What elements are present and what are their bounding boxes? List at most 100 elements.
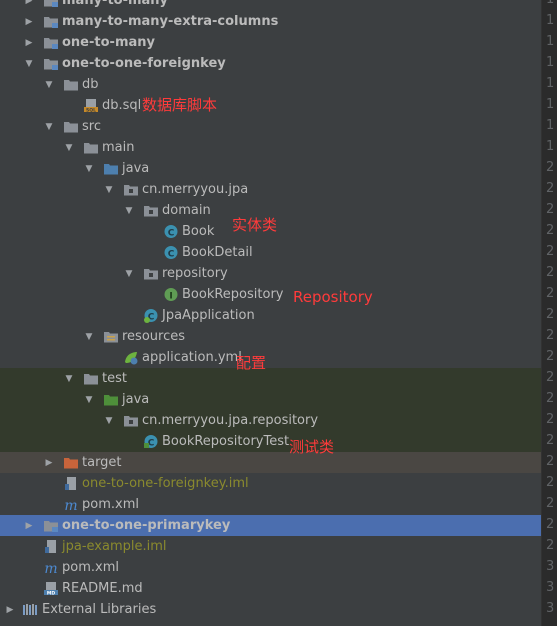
svg-text:m: m (44, 561, 57, 575)
svg-text:SQL: SQL (86, 107, 96, 113)
folder-icon (83, 140, 99, 155)
line-number: 2 (546, 433, 555, 448)
collapse-arrow-icon[interactable]: ▼ (64, 374, 74, 384)
tree-row[interactable]: ▼ db (0, 74, 541, 95)
expand-arrow-icon[interactable]: ▶ (24, 0, 34, 6)
folder-icon (63, 77, 79, 92)
collapse-arrow-icon[interactable]: ▼ (24, 59, 34, 69)
tree-row[interactable]: ▼ java (0, 389, 541, 410)
tree-item-label: main (102, 140, 135, 155)
line-number: 2 (546, 181, 555, 196)
line-number: 2 (546, 391, 555, 406)
collapse-arrow-icon[interactable]: ▼ (84, 332, 94, 342)
collapse-arrow-icon[interactable]: ▼ (104, 416, 114, 426)
tree-item-label: Book (182, 224, 215, 239)
collapse-arrow-icon[interactable]: ▼ (44, 80, 54, 90)
tree-row[interactable]: ▼ cn.merryyou.jpa (0, 179, 541, 200)
tree-row[interactable]: ▶ target (0, 452, 541, 473)
tree-item-label: application.yml (142, 350, 242, 365)
collapse-arrow-icon[interactable]: ▼ (44, 122, 54, 132)
tree-row[interactable]: ▶ many-to-many-extra-columns (0, 11, 541, 32)
collapse-arrow-icon[interactable]: ▼ (124, 269, 134, 279)
tree-row[interactable]: ▶ External Libraries (0, 599, 541, 620)
annotation-test: 测试类 (289, 438, 335, 456)
tree-item-label: java (122, 161, 150, 176)
tree-row[interactable]: ▼ cn.merryyou.jpa.repository (0, 410, 541, 431)
line-number: 2 (546, 538, 555, 553)
tree-row[interactable]: ▼ src (0, 116, 541, 137)
tree-row[interactable]: ▼ test (0, 368, 541, 389)
tree-row[interactable]: m pom.xml (0, 494, 541, 515)
tree-row[interactable]: MD README.md (0, 578, 541, 599)
tree-item-label: many-to-many-extra-columns (62, 14, 279, 29)
tree-item-label: JpaApplication (162, 308, 255, 323)
tree-row[interactable]: ▼ java (0, 158, 541, 179)
excluded-folder-icon (63, 455, 79, 470)
collapse-arrow-icon[interactable]: ▼ (104, 185, 114, 195)
tree-row[interactable]: SQL db.sql (0, 95, 541, 116)
line-number: 3 (546, 580, 555, 595)
annotation-repository: Repository (293, 288, 373, 306)
spring-config-icon (123, 350, 139, 365)
tree-row[interactable]: C BookDetail (0, 242, 541, 263)
tree-item-label: one-to-one-primarykey (62, 518, 231, 533)
tree-item-label: test (102, 371, 127, 386)
line-number: 2 (546, 265, 555, 280)
tree-row[interactable]: application.yml (0, 347, 541, 368)
tree-item-label: one-to-one-foreignkey (62, 56, 226, 71)
tree-row[interactable]: ▶ many-to-many (0, 0, 541, 11)
line-number: 2 (546, 160, 555, 175)
tree-row[interactable]: ▼ repository (0, 263, 541, 284)
tree-row[interactable]: ▶ one-to-one-primarykey (0, 515, 541, 536)
line-number-gutter: 1 1 1 1 1 1 1 1 2 2 2 2 2 2 2 2 2 2 2 2 2 2 2 2 2 2 2 3 3 3 (541, 0, 557, 626)
collapse-arrow-icon[interactable]: ▼ (84, 164, 94, 174)
collapse-arrow-icon[interactable]: ▼ (124, 206, 134, 216)
annotation-db-script: 数据库脚本 (142, 96, 218, 114)
line-number: 3 (546, 559, 555, 574)
markdown-icon: MD (43, 581, 59, 596)
svg-text:MD: MD (47, 590, 55, 596)
expand-arrow-icon[interactable]: ▶ (24, 521, 34, 531)
collapse-arrow-icon[interactable]: ▼ (84, 395, 94, 405)
interface-icon: I (163, 287, 179, 302)
tree-row[interactable]: C JpaApplication (0, 305, 541, 326)
tree-row[interactable]: C BookRepositoryTest (0, 431, 541, 452)
tree-item-label: BookRepository (182, 287, 284, 302)
module-folder-icon (43, 14, 59, 29)
tree-item-label: BookDetail (182, 245, 253, 260)
tree-row[interactable]: ▶ one-to-many (0, 32, 541, 53)
tree-row[interactable]: ▼ resources (0, 326, 541, 347)
tree-row[interactable]: ▼ one-to-one-foreignkey (0, 53, 541, 74)
expand-arrow-icon[interactable]: ▶ (44, 458, 54, 468)
class-icon: C (163, 224, 179, 239)
line-number: 2 (546, 475, 555, 490)
tree-row[interactable]: m pom.xml (0, 557, 541, 578)
resources-folder-icon (103, 329, 119, 344)
line-number: 2 (546, 328, 555, 343)
module-folder-icon (43, 56, 59, 71)
line-number: 1 (546, 34, 555, 49)
tree-row[interactable]: I BookRepository (0, 284, 541, 305)
tree-item-label: one-to-one-foreignkey.iml (82, 476, 249, 491)
tree-item-label: src (82, 119, 101, 134)
tree-item-label: target (82, 455, 122, 470)
collapse-arrow-icon[interactable]: ▼ (64, 143, 74, 153)
svg-text:I: I (169, 292, 172, 302)
line-number: 2 (546, 349, 555, 364)
tree-item-label: db (82, 77, 99, 92)
tree-item-label: BookRepositoryTest (162, 434, 290, 449)
line-number: 2 (546, 517, 555, 532)
expand-arrow-icon[interactable]: ▶ (24, 17, 34, 27)
expand-arrow-icon[interactable]: ▶ (24, 38, 34, 48)
tree-item-label: domain (162, 203, 211, 218)
expand-arrow-icon[interactable]: ▶ (5, 605, 15, 615)
test-source-folder-icon (103, 392, 119, 407)
tree-row[interactable]: one-to-one-foreignkey.iml (0, 473, 541, 494)
line-number: 1 (546, 13, 555, 28)
tree-row[interactable]: ▼ main (0, 137, 541, 158)
package-icon (123, 413, 139, 428)
tree-row[interactable]: jpa-example.iml (0, 536, 541, 557)
module-folder-icon (43, 0, 59, 8)
tree-item-label: cn.merryyou.jpa (142, 182, 249, 197)
module-folder-icon (43, 518, 59, 533)
